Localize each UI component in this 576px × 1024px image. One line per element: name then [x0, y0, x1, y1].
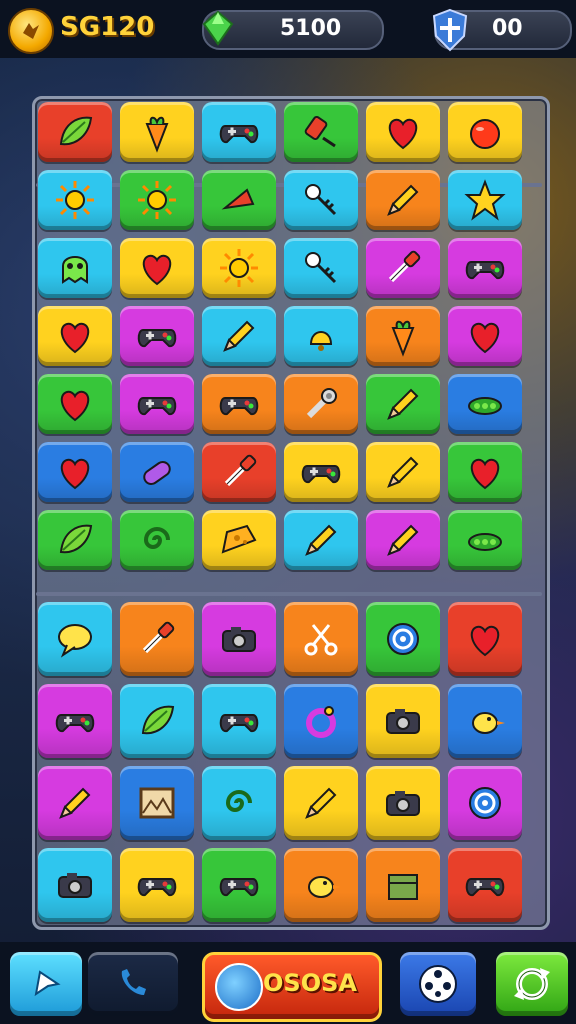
tile-scissors[interactable]	[284, 602, 358, 676]
tile-brush[interactable]	[202, 306, 276, 366]
tile-brush[interactable]	[366, 510, 440, 570]
tile-camera[interactable]	[38, 848, 112, 922]
coin-icon	[8, 8, 54, 54]
tile-swirl[interactable]	[202, 766, 276, 840]
tile-gamepad[interactable]	[38, 684, 112, 758]
phone-button[interactable]	[88, 952, 178, 1016]
tile-controller[interactable]	[202, 102, 276, 162]
score-value: SG120	[60, 12, 155, 42]
refresh-icon	[514, 968, 550, 1000]
tile-toy[interactable]	[284, 102, 358, 162]
tile-cheese[interactable]	[202, 510, 276, 570]
tile-heart[interactable]	[366, 102, 440, 162]
tile-key[interactable]	[284, 170, 358, 230]
tile-gamepad[interactable]	[448, 238, 522, 298]
tile-gamepad[interactable]	[448, 848, 522, 922]
tile-pencil[interactable]	[38, 766, 112, 840]
tile-swirl[interactable]	[120, 510, 194, 570]
tile-pipette[interactable]	[120, 602, 194, 676]
tile-wrench[interactable]	[284, 374, 358, 434]
play-button[interactable]: OSOSA	[202, 952, 382, 1022]
tile-sun[interactable]	[120, 170, 194, 230]
shield-counter[interactable]: 00	[432, 8, 572, 52]
tile-sun[interactable]	[202, 238, 276, 298]
gem-icon	[202, 10, 234, 46]
tile-heart[interactable]	[120, 238, 194, 298]
tile-pipette[interactable]	[202, 442, 276, 502]
globe-icon	[215, 963, 263, 1011]
tile-camera[interactable]	[202, 602, 276, 676]
tile-camera[interactable]	[366, 684, 440, 758]
gem-counter[interactable]: 5100	[202, 10, 384, 50]
tile-heart[interactable]	[448, 602, 522, 676]
tile-leaf[interactable]	[120, 684, 194, 758]
tile-bird[interactable]	[448, 684, 522, 758]
tile-horn[interactable]	[202, 170, 276, 230]
tile-target[interactable]	[366, 602, 440, 676]
tile-tool[interactable]	[366, 442, 440, 502]
tile-controller[interactable]	[284, 442, 358, 502]
tile-gamepad[interactable]	[120, 374, 194, 434]
tile-capsule[interactable]	[120, 442, 194, 502]
tile-pencil[interactable]	[284, 510, 358, 570]
tile-sun[interactable]	[38, 170, 112, 230]
tile-pipette[interactable]	[366, 238, 440, 298]
top-bar: SG120 5100 00	[0, 0, 576, 58]
tile-bell[interactable]	[284, 306, 358, 366]
tile-ghost[interactable]	[38, 238, 112, 298]
tile-controller[interactable]	[202, 374, 276, 434]
tile-heart[interactable]	[38, 306, 112, 366]
tile-gamepad[interactable]	[120, 306, 194, 366]
shield-icon	[432, 8, 468, 52]
tile-pencil[interactable]	[366, 374, 440, 434]
gem-count: 5100	[280, 16, 342, 41]
film-reel-icon	[419, 965, 457, 1003]
share-button[interactable]	[10, 952, 82, 1016]
phone-icon	[121, 969, 146, 995]
tile-heart[interactable]	[38, 442, 112, 502]
tile-speech[interactable]	[38, 602, 112, 676]
tile-paint[interactable]	[366, 170, 440, 230]
tile-heart[interactable]	[448, 306, 522, 366]
tile-box[interactable]	[366, 848, 440, 922]
tile-gamepad[interactable]	[202, 848, 276, 922]
tile-ring[interactable]	[284, 684, 358, 758]
tile-camera[interactable]	[366, 766, 440, 840]
tile-leaf[interactable]	[38, 102, 112, 162]
refresh-button[interactable]	[496, 952, 568, 1016]
tile-bird[interactable]	[284, 848, 358, 922]
camera-button[interactable]	[400, 952, 476, 1016]
tile-leaf[interactable]	[38, 510, 112, 570]
arrow-up-icon	[34, 970, 61, 997]
tile-target[interactable]	[448, 766, 522, 840]
tile-pea[interactable]	[448, 374, 522, 434]
shield-count: 00	[492, 16, 523, 41]
tile-carrot[interactable]	[120, 102, 194, 162]
tile-gamepad[interactable]	[120, 848, 194, 922]
tile-carrot[interactable]	[366, 306, 440, 366]
tile-star[interactable]	[448, 170, 522, 230]
play-button-label: OSOSA	[263, 969, 357, 997]
tile-heart[interactable]	[38, 374, 112, 434]
tile-heart[interactable]	[448, 442, 522, 502]
tile-gamepad[interactable]	[202, 684, 276, 758]
tile-key[interactable]	[284, 238, 358, 298]
tile-pencil[interactable]	[284, 766, 358, 840]
tile-picture[interactable]	[120, 766, 194, 840]
tile-tomato[interactable]	[448, 102, 522, 162]
board-divider	[36, 592, 542, 596]
tile-bean[interactable]	[448, 510, 522, 570]
